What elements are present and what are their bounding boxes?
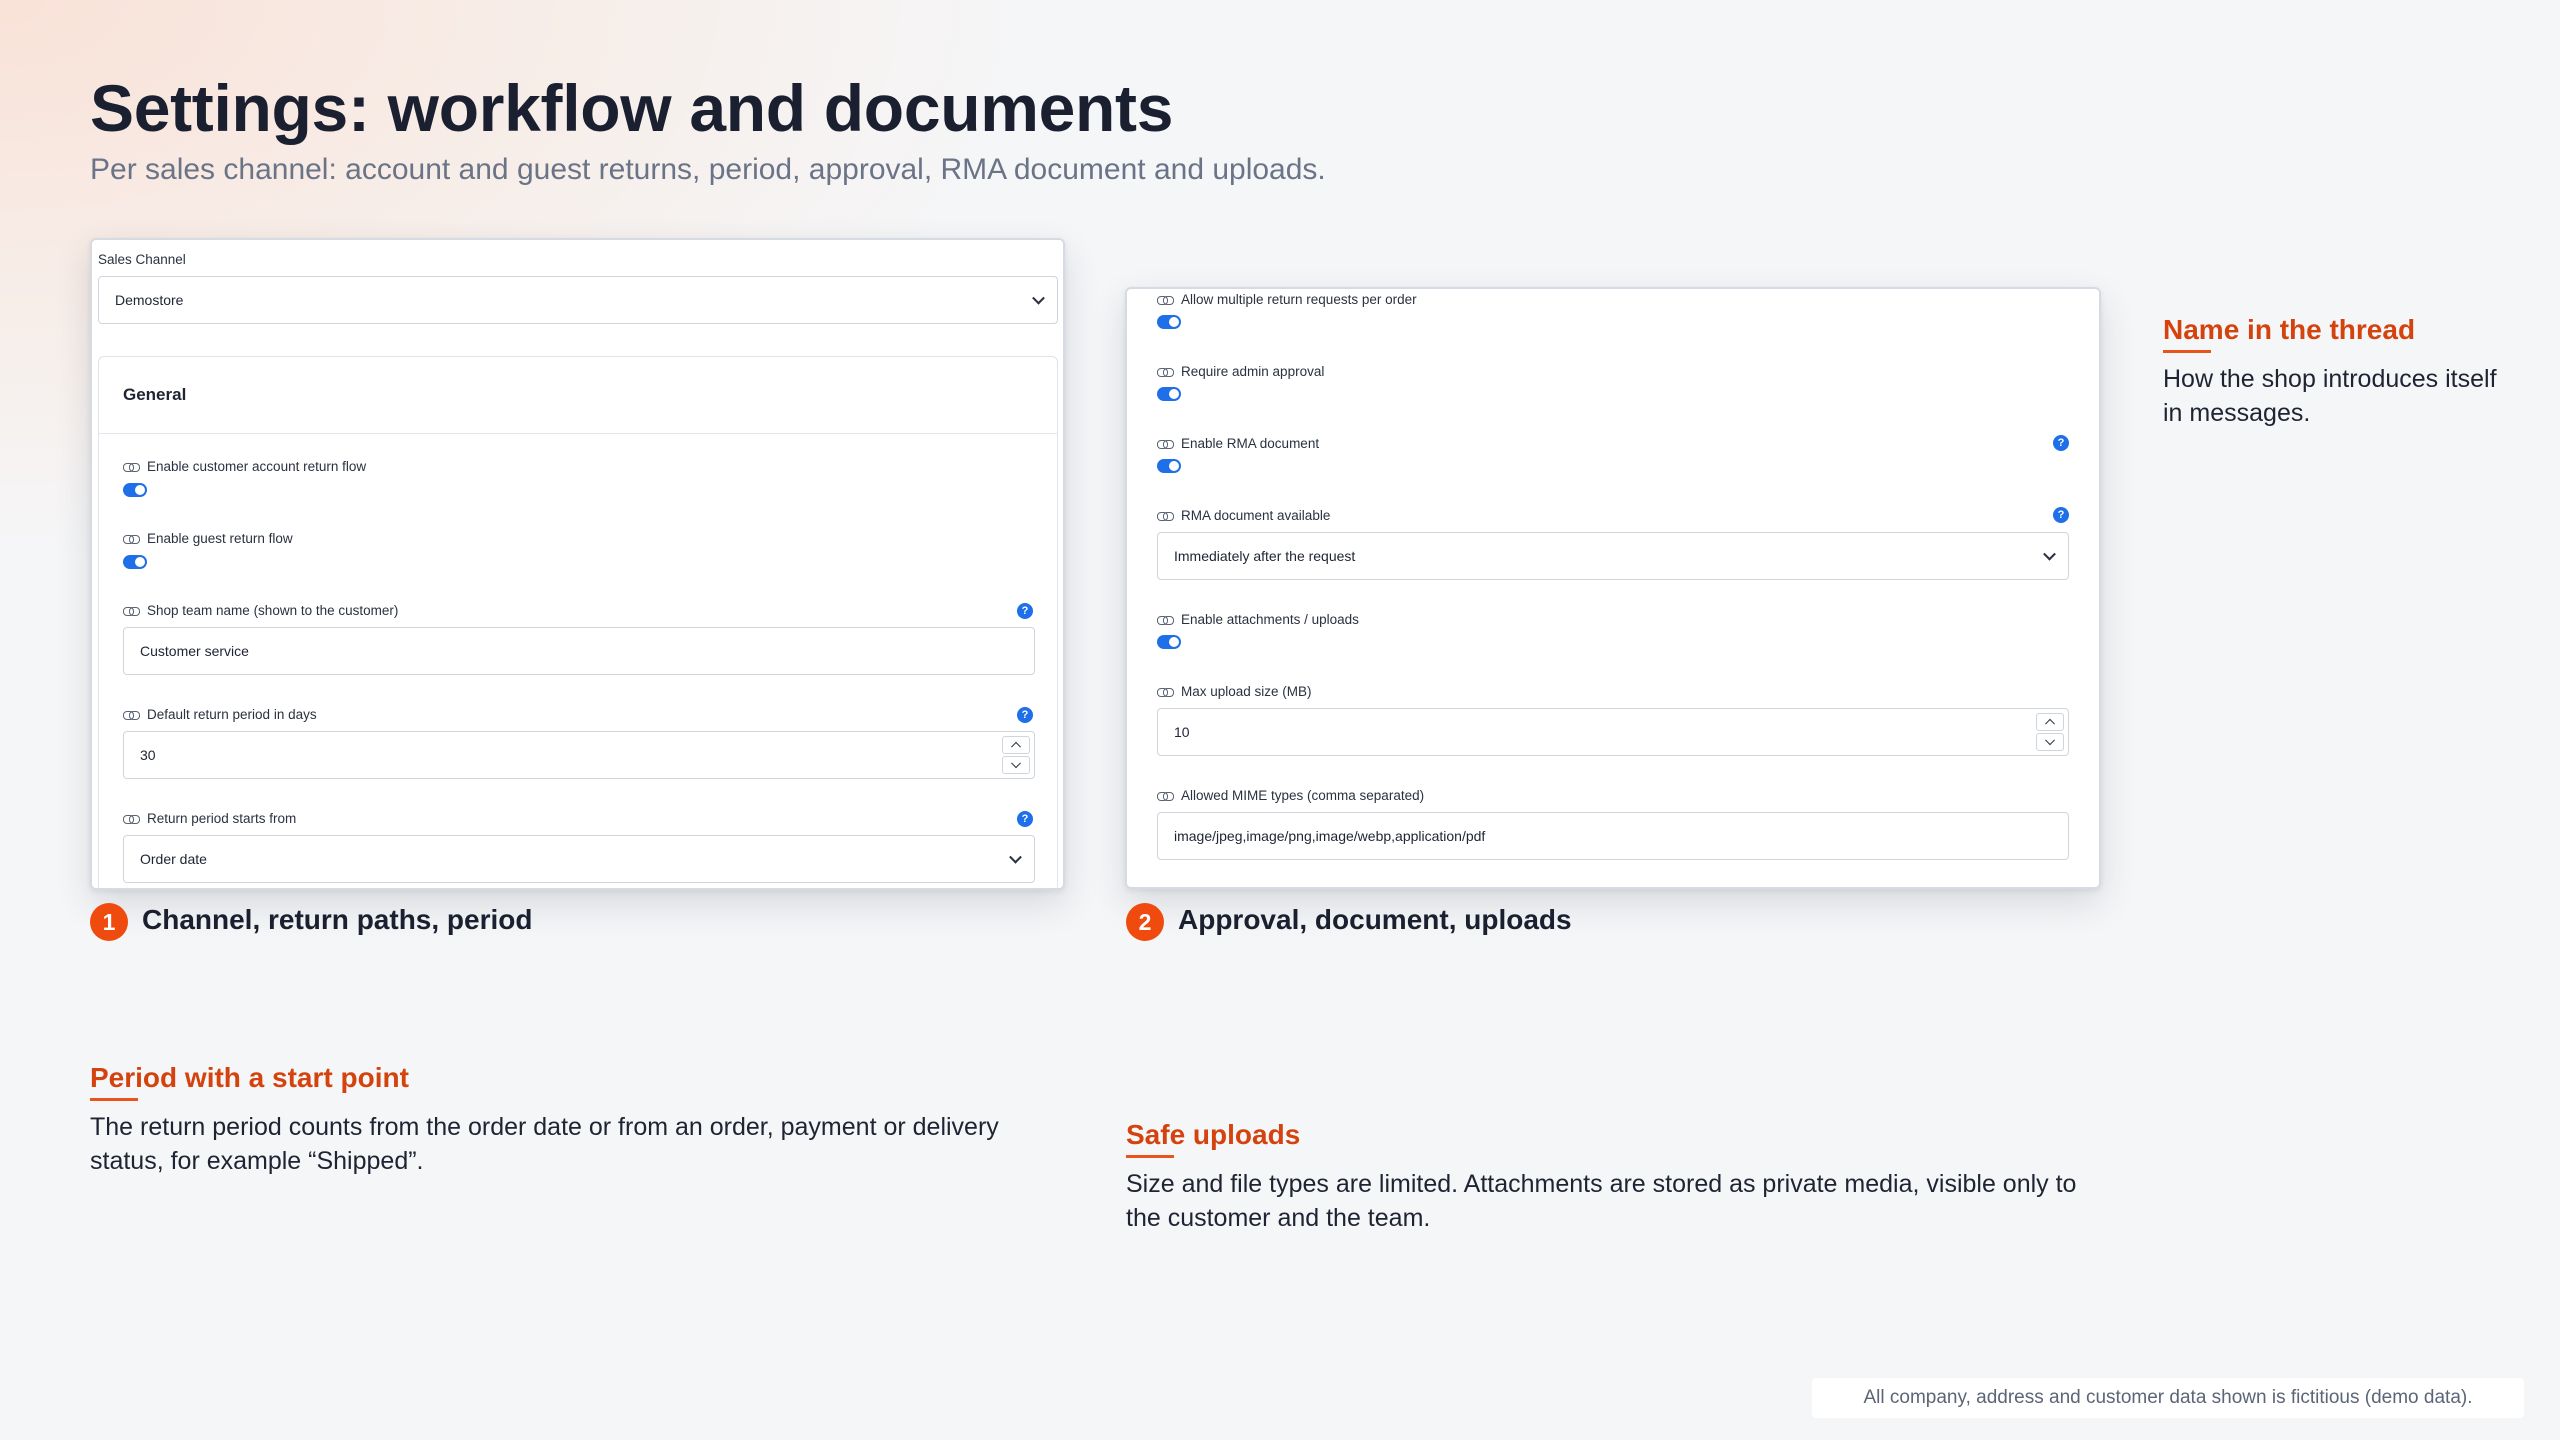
number-stepper[interactable] [2036, 713, 2064, 751]
general-card: General Enable customer account return f… [98, 356, 1058, 888]
toggle-attachments[interactable] [1157, 635, 1181, 649]
link-icon [1157, 687, 1174, 697]
card-divider [99, 433, 1057, 434]
toggle-multiple-requests[interactable] [1157, 315, 1181, 329]
field-label-return-period: Default return period in days [123, 707, 317, 722]
screenshot-approval-settings: Allow multiple return requests per order… [1125, 287, 2101, 889]
team-name-input[interactable]: Customer service [123, 627, 1035, 675]
link-icon [123, 462, 140, 472]
link-icon [1157, 439, 1174, 449]
note-body-period: The return period counts from the order … [90, 1113, 999, 1175]
step-badge-2: 2 [1126, 903, 1164, 941]
toggle-account-return[interactable] [123, 483, 147, 497]
max-upload-input[interactable]: 10 [1157, 708, 2069, 756]
note-title-period: Period with a start point [90, 1062, 409, 1093]
page-title: Settings: workflow and documents [90, 71, 1174, 145]
field-label-mime-types: Allowed MIME types (comma separated) [1157, 788, 1424, 803]
link-icon [123, 534, 140, 544]
link-icon [1157, 367, 1174, 377]
link-icon [1157, 615, 1174, 625]
sales-channel-select[interactable]: Demostore [98, 276, 1058, 324]
field-label-admin-approval: Require admin approval [1157, 364, 1324, 379]
help-icon[interactable]: ? [1017, 603, 1033, 619]
period-start-select[interactable]: Order date [123, 835, 1035, 883]
chevron-down-icon [1009, 850, 1022, 864]
step-title-2: Approval, document, uploads [1178, 904, 1572, 935]
note-underline [2163, 350, 2211, 353]
field-label-team-name: Shop team name (shown to the customer) [123, 603, 398, 618]
stepper-up-icon[interactable] [1002, 736, 1030, 754]
card-title: General [123, 385, 187, 404]
rma-available-select[interactable]: Immediately after the request [1157, 532, 2069, 580]
link-icon [1157, 511, 1174, 521]
field-label-rma-available: RMA document available [1157, 508, 1330, 523]
toggle-rma-document[interactable] [1157, 459, 1181, 473]
toggle-guest-return[interactable] [123, 555, 147, 569]
help-icon[interactable]: ? [2053, 507, 2069, 523]
field-label-account-return: Enable customer account return flow [123, 459, 366, 474]
link-icon [1157, 295, 1174, 305]
note-title-uploads: Safe uploads [1126, 1119, 1301, 1150]
help-icon[interactable]: ? [1017, 707, 1033, 723]
stepper-down-icon[interactable] [1002, 756, 1030, 774]
return-period-input[interactable]: 30 [123, 731, 1035, 779]
note-body-uploads: Size and file types are limited. Attachm… [1126, 1170, 2077, 1232]
sales-channel-value: Demostore [115, 292, 184, 308]
number-stepper[interactable] [1002, 736, 1030, 774]
field-label-attachments: Enable attachments / uploads [1157, 612, 1359, 627]
note-title-thread: Name in the thread [2163, 314, 2416, 345]
note-body-thread: How the shop introduces itself in messag… [2163, 365, 2497, 427]
demo-data-disclaimer: All company, address and customer data s… [1812, 1378, 2524, 1418]
link-icon [1157, 791, 1174, 801]
stepper-down-icon[interactable] [2036, 733, 2064, 751]
mime-types-input[interactable]: image/jpeg,image/png,image/webp,applicat… [1157, 812, 2069, 860]
link-icon [123, 606, 140, 616]
screenshot-channel-settings: Sales Channel Demostore General Enable c… [90, 238, 1065, 890]
link-icon [123, 710, 140, 720]
sales-channel-label: Sales Channel [98, 252, 186, 267]
chevron-down-icon [2043, 547, 2056, 561]
step-badge-1: 1 [90, 903, 128, 941]
help-icon[interactable]: ? [2053, 435, 2069, 451]
step-title-1: Channel, return paths, period [142, 904, 533, 935]
toggle-admin-approval[interactable] [1157, 387, 1181, 401]
note-underline [90, 1098, 138, 1101]
page-subtitle: Per sales channel: account and guest ret… [90, 153, 1326, 186]
field-label-rma-document: Enable RMA document [1157, 436, 1319, 451]
field-label-max-upload: Max upload size (MB) [1157, 684, 1312, 699]
field-label-period-start: Return period starts from [123, 811, 296, 826]
link-icon [123, 814, 140, 824]
note-underline [1126, 1155, 1174, 1158]
help-icon[interactable]: ? [1017, 811, 1033, 827]
chevron-down-icon [1032, 291, 1045, 305]
field-label-multiple-requests: Allow multiple return requests per order [1157, 292, 1417, 307]
field-label-guest-return: Enable guest return flow [123, 531, 293, 546]
stepper-up-icon[interactable] [2036, 713, 2064, 731]
